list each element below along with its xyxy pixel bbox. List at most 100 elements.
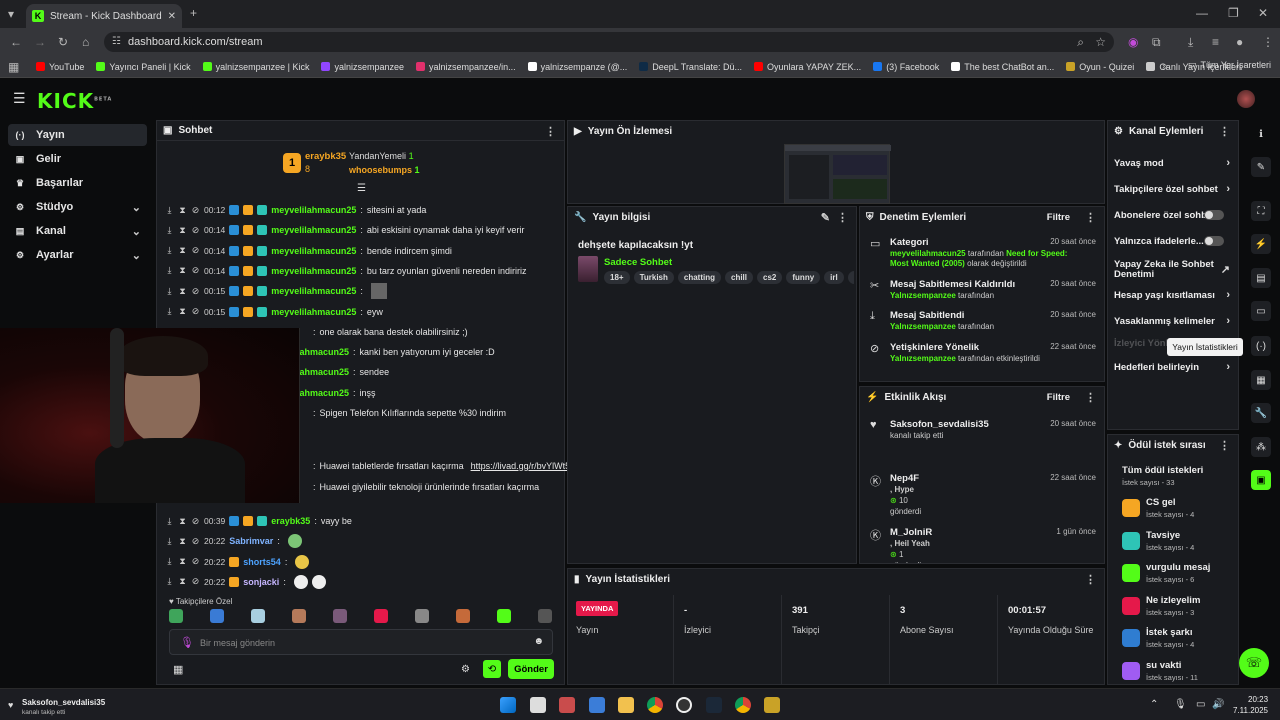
channel-action-7[interactable]: Yasaklanmış kelimeler › — [1114, 313, 1230, 329]
timeout-icon[interactable]: ⧗ — [178, 307, 187, 316]
ban-icon[interactable]: ⊘ — [191, 536, 200, 546]
pin-message-icon[interactable]: ⤓ — [165, 577, 174, 586]
mod-menu-icon[interactable]: ⋮ — [1085, 211, 1096, 224]
pin-message-icon[interactable]: ⤓ — [165, 536, 174, 546]
users-icon[interactable]: ⁂ — [1251, 437, 1271, 457]
chevron-down-icon[interactable]: ⌄ — [132, 225, 141, 238]
chrome-profile-icon[interactable] — [735, 697, 751, 713]
ban-icon[interactable]: ⊘ — [191, 225, 200, 235]
tray-volume-icon[interactable]: 🔊 — [1212, 699, 1224, 710]
microphone-icon[interactable]: 🎙 — [180, 636, 194, 649]
timeout-icon[interactable]: ⧗ — [178, 536, 187, 546]
snipping-tool-icon[interactable] — [559, 697, 575, 713]
timeout-icon[interactable]: ⧗ — [178, 205, 187, 215]
ban-icon[interactable]: ⊘ — [191, 266, 200, 275]
ban-icon[interactable]: ⊘ — [191, 286, 200, 296]
message-icon[interactable]: ▭ — [1251, 301, 1271, 321]
hamburger-menu-icon[interactable]: ☰ — [13, 91, 26, 105]
chat-username[interactable]: meyvelilahmacun25 — [271, 266, 356, 276]
stream-tag[interactable]: 18+ — [604, 271, 630, 284]
tab-search-icon[interactable]: ▾ — [8, 8, 14, 20]
stream-preview-thumbnail[interactable] — [784, 144, 891, 204]
stream-tag[interactable]: chatting — [677, 271, 721, 284]
mod-filter-button[interactable]: Filtre — [1047, 212, 1070, 223]
info-icon[interactable]: ℹ — [1251, 124, 1271, 144]
bookmark-item[interactable]: (3) Facebook — [873, 62, 939, 72]
activity-name[interactable]: Nep4F — [890, 473, 919, 484]
tray-network-icon[interactable]: ▭ — [1196, 699, 1205, 710]
third-gifter[interactable]: whoosebumps 1 — [349, 165, 420, 175]
channel-action-1[interactable]: Yavaş mod › — [1114, 155, 1230, 171]
second-gifter[interactable]: YandanYemeli 1 — [349, 151, 414, 161]
bookmark-item[interactable]: yalnizsempanzee | Kick — [202, 62, 309, 72]
stats-menu-icon[interactable]: ⋮ — [1085, 573, 1096, 586]
kick-rewards-icon[interactable]: ⟲ — [483, 660, 501, 678]
timeout-icon[interactable]: ⧗ — [178, 516, 187, 526]
apps-grid-icon[interactable]: ▦ — [8, 61, 19, 73]
emote-icon[interactable] — [169, 609, 183, 623]
back-icon[interactable]: ← — [10, 36, 22, 48]
notification-name[interactable]: Saksofon_sevdalisi35 — [22, 698, 105, 707]
chat-username[interactable]: lahmacun25 — [297, 388, 349, 398]
bookmark-item[interactable]: yalnizsempanzee/in... — [416, 62, 516, 72]
pin-message-icon[interactable]: ⤓ — [165, 205, 174, 215]
url-field[interactable]: ☷ dashboard.kick.com/stream ⌕ ☆ — [104, 32, 1114, 52]
store-icon[interactable]: ▦ — [173, 663, 183, 676]
timeout-icon[interactable]: ⧗ — [178, 266, 187, 275]
bookmark-star-icon[interactable]: ☆ — [1095, 36, 1106, 48]
new-tab-icon[interactable]: + — [190, 7, 197, 19]
ban-icon[interactable]: ⊘ — [191, 577, 200, 586]
send-button[interactable]: Gönder — [508, 659, 554, 679]
channel-action-9[interactable]: Hedefleri belirleyin › — [1114, 359, 1230, 375]
wrench-icon[interactable]: 🔧 — [1251, 403, 1271, 423]
stream-tag[interactable]: irl — [824, 271, 844, 284]
chat-settings-gear-icon[interactable]: ⚙ — [461, 664, 470, 675]
activity-filter-button[interactable]: Filtre — [1047, 392, 1070, 403]
stream-tag[interactable]: funny — [786, 271, 821, 284]
stream-tag[interactable]: chill — [725, 271, 754, 284]
app-badge-icon[interactable]: ▣ — [1251, 470, 1271, 490]
chat-username[interactable]: lahmacun25 — [297, 367, 349, 377]
tab-close-icon[interactable]: ✕ — [168, 11, 176, 22]
photos-icon[interactable] — [589, 697, 605, 713]
chat-username[interactable]: meyvelilahmacun25 — [271, 307, 356, 317]
ban-icon[interactable]: ⊘ — [191, 246, 200, 255]
activity-name[interactable]: Saksofon_sevdalisi35 — [890, 419, 989, 430]
sidebar-item-6[interactable]: ⚙ Ayarlar ⌄ — [8, 244, 147, 266]
broadcast-stats-icon[interactable]: (·) — [1251, 336, 1271, 356]
extensions-puzzle-icon[interactable]: ⧉ — [1152, 36, 1161, 48]
timeout-icon[interactable]: ⧗ — [178, 286, 187, 296]
profile-avatar-icon[interactable]: ● — [1236, 36, 1243, 48]
category-name[interactable]: Sadece Sohbet — [604, 257, 672, 268]
chat-link[interactable]: https://livad.gg/r/bvYlWt5/ — [471, 461, 573, 471]
more-bookmarks-icon[interactable]: » — [1162, 61, 1168, 73]
extension-icon[interactable]: ◉ — [1128, 36, 1138, 48]
ban-icon[interactable]: ⊘ — [191, 557, 200, 566]
bookmark-item[interactable]: YouTube — [36, 62, 84, 72]
toggle-switch[interactable] — [1204, 210, 1224, 220]
emote-icon[interactable] — [374, 609, 388, 623]
chat-input[interactable]: 🎙 Bir mesaj gönderin ☻ — [169, 629, 553, 655]
emote-icon[interactable] — [210, 609, 224, 623]
channel-action-3[interactable]: Abonelere özel sohbet — [1114, 207, 1230, 223]
emote-icon[interactable] — [456, 609, 470, 623]
mod-action-user[interactable]: Yalnızsempanzee — [890, 354, 956, 363]
sidebar-item-1[interactable]: (·) Yayın — [8, 124, 147, 146]
maximize-icon[interactable]: ❐ — [1228, 7, 1239, 19]
timeout-icon[interactable]: ⧗ — [178, 225, 187, 235]
stream-tag[interactable]: korku — [847, 271, 854, 284]
stream-tag[interactable]: Turkish — [633, 271, 674, 284]
sidebar-item-5[interactable]: ▤ Kanal ⌄ — [8, 220, 147, 242]
channel-action-4[interactable]: Yalnızca ifadelerle... — [1114, 233, 1230, 249]
reload-icon[interactable]: ↻ — [58, 36, 68, 48]
download-icon[interactable]: ⤓ — [1188, 36, 1193, 48]
list-icon[interactable]: ▤ — [1251, 268, 1271, 288]
windows-start-icon[interactable] — [500, 697, 516, 713]
help-chat-button[interactable]: ☏ — [1239, 648, 1269, 678]
ban-icon[interactable]: ⊘ — [191, 307, 200, 316]
channel-action-2[interactable]: Takipçilere özel sohbet › — [1114, 181, 1230, 197]
pin-message-icon[interactable]: ⤓ — [165, 286, 174, 296]
bookmark-item[interactable]: DeepL Translate: Dü... — [639, 62, 742, 72]
app-icon[interactable] — [764, 697, 780, 713]
user-avatar[interactable] — [1237, 90, 1255, 108]
